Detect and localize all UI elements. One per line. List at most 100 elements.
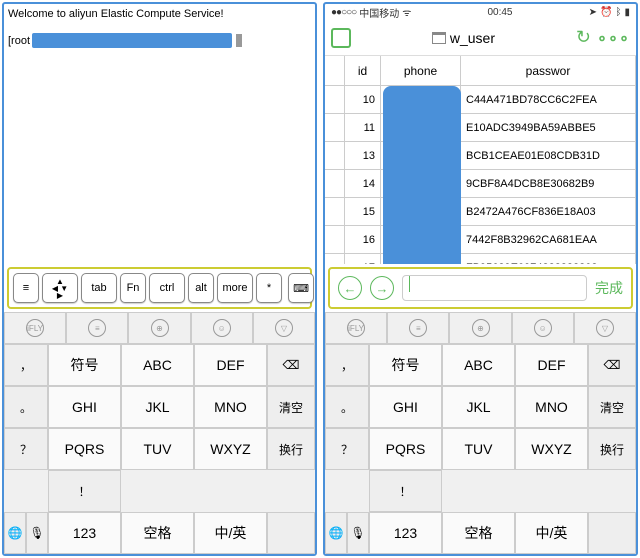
key-period[interactable]: 。 bbox=[4, 386, 48, 428]
next-button[interactable]: → bbox=[370, 276, 394, 300]
key-comma[interactable]: ， bbox=[325, 344, 369, 386]
censored-block bbox=[32, 33, 232, 48]
key-symbols[interactable]: 符号 bbox=[48, 344, 121, 386]
key-newline[interactable]: 换行 bbox=[267, 428, 315, 470]
hide-keyboard-key[interactable]: ⌨ bbox=[288, 273, 314, 303]
refresh-button[interactable]: ↻ bbox=[576, 27, 591, 48]
tab-key[interactable]: tab bbox=[81, 273, 117, 303]
col-id[interactable]: id bbox=[345, 56, 381, 85]
key-question[interactable]: ？ bbox=[4, 428, 48, 470]
key-symbols[interactable]: 符号 bbox=[369, 344, 442, 386]
emoji-icon[interactable]: ☺ bbox=[191, 312, 253, 344]
key-mno[interactable]: MNO bbox=[194, 386, 267, 428]
table-row[interactable]: 14 9CBF8A4DCB8E30682B9 bbox=[325, 170, 636, 198]
more-button[interactable]: ∘∘∘ bbox=[597, 28, 630, 48]
key-space[interactable]: 空格 bbox=[121, 512, 194, 554]
more-key[interactable]: more bbox=[217, 273, 253, 303]
key-abc[interactable]: ABC bbox=[442, 344, 515, 386]
key-123[interactable]: 123 bbox=[369, 512, 442, 554]
key-ghi[interactable]: GHI bbox=[369, 386, 442, 428]
table-row[interactable]: 17 FB95629E0974828282808 bbox=[325, 254, 636, 264]
cell-id[interactable]: 10 bbox=[345, 86, 381, 113]
key-exclaim[interactable]: ！ bbox=[48, 470, 121, 512]
key-tuv[interactable]: TUV bbox=[442, 428, 515, 470]
fn-key[interactable]: Fn bbox=[120, 273, 146, 303]
table-row[interactable]: 10 C44A471BD78CC6C2FEA bbox=[325, 86, 636, 114]
key-def[interactable]: DEF bbox=[194, 344, 267, 386]
key-exclaim[interactable]: ！ bbox=[369, 470, 442, 512]
menu-key[interactable]: ≡ bbox=[13, 273, 39, 303]
cell-id[interactable]: 17 bbox=[345, 254, 381, 264]
cell-password[interactable]: B2472A476CF836E18A03 bbox=[461, 198, 636, 225]
key-space[interactable]: 空格 bbox=[442, 512, 515, 554]
key-lang[interactable]: 中/英 bbox=[515, 512, 588, 554]
cell-password[interactable]: 9CBF8A4DCB8E30682B9 bbox=[461, 170, 636, 197]
key-question[interactable]: ？ bbox=[325, 428, 369, 470]
key-mic[interactable]: 🎙 bbox=[347, 512, 369, 554]
cell-password[interactable]: 7442F8B32962CA681EAA bbox=[461, 226, 636, 253]
key-ghi[interactable]: GHI bbox=[48, 386, 121, 428]
table-row[interactable]: 16 7442F8B32962CA681EAA bbox=[325, 226, 636, 254]
key-mno[interactable]: MNO bbox=[515, 386, 588, 428]
key-blank[interactable] bbox=[588, 512, 636, 554]
cell-id[interactable]: 16 bbox=[345, 226, 381, 253]
key-period[interactable]: 。 bbox=[325, 386, 369, 428]
key-def[interactable]: DEF bbox=[515, 344, 588, 386]
alt-key[interactable]: alt bbox=[188, 273, 214, 303]
cell-id[interactable]: 14 bbox=[345, 170, 381, 197]
terminal-area[interactable]: Welcome to aliyun Elastic Compute Servic… bbox=[4, 4, 315, 264]
col-phone[interactable]: phone bbox=[381, 56, 461, 85]
prev-button[interactable]: ← bbox=[338, 276, 362, 300]
col-password[interactable]: passwor bbox=[461, 56, 636, 85]
equal-icon[interactable]: ≡ bbox=[387, 312, 449, 344]
done-button[interactable]: 完成 bbox=[595, 278, 623, 298]
phone-censor-block bbox=[383, 86, 461, 264]
table-row[interactable]: 11 E10ADC3949BA59ABBE5 bbox=[325, 114, 636, 142]
edit-input[interactable] bbox=[402, 275, 587, 301]
equal-icon[interactable]: ≡ bbox=[66, 312, 128, 344]
cell-id[interactable]: 13 bbox=[345, 142, 381, 169]
key-globe[interactable]: 🌐 bbox=[4, 512, 26, 554]
key-123[interactable]: 123 bbox=[48, 512, 121, 554]
table-row[interactable]: 13 BCB1CEAE01E08CDB31D bbox=[325, 142, 636, 170]
key-pqrs[interactable]: PQRS bbox=[48, 428, 121, 470]
key-mic[interactable]: 🎙 bbox=[26, 512, 48, 554]
table-icon bbox=[432, 32, 446, 44]
key-abc[interactable]: ABC bbox=[121, 344, 194, 386]
key-tuv[interactable]: TUV bbox=[121, 428, 194, 470]
emoji-icon[interactable]: ☺ bbox=[512, 312, 574, 344]
table-title[interactable]: w_user bbox=[432, 30, 495, 46]
key-wxyz[interactable]: WXYZ bbox=[194, 428, 267, 470]
key-blank[interactable] bbox=[267, 512, 315, 554]
split-icon[interactable]: ⊕ bbox=[449, 312, 511, 344]
cell-password[interactable]: C44A471BD78CC6C2FEA bbox=[461, 86, 636, 113]
ifly-icon[interactable]: iFLY bbox=[325, 312, 387, 344]
key-globe[interactable]: 🌐 bbox=[325, 512, 347, 554]
ifly-icon[interactable]: iFLY bbox=[4, 312, 66, 344]
key-clear[interactable]: 清空 bbox=[588, 386, 636, 428]
ctrl-key[interactable]: ctrl bbox=[149, 273, 185, 303]
cell-password[interactable]: E10ADC3949BA59ABBE5 bbox=[461, 114, 636, 141]
data-grid[interactable]: id phone passwor 10C44A471BD78CC6C2FEA11… bbox=[325, 56, 636, 264]
down-icon[interactable]: ▽ bbox=[574, 312, 636, 344]
key-comma[interactable]: ， bbox=[4, 344, 48, 386]
key-newline[interactable]: 换行 bbox=[588, 428, 636, 470]
star-key[interactable]: * bbox=[256, 273, 282, 303]
cell-id[interactable]: 15 bbox=[345, 198, 381, 225]
key-pqrs[interactable]: PQRS bbox=[369, 428, 442, 470]
key-clear[interactable]: 清空 bbox=[267, 386, 315, 428]
cell-password[interactable]: BCB1CEAE01E08CDB31D bbox=[461, 142, 636, 169]
table-row[interactable]: 15 B2472A476CF836E18A03 bbox=[325, 198, 636, 226]
key-jkl[interactable]: JKL bbox=[442, 386, 515, 428]
key-wxyz[interactable]: WXYZ bbox=[515, 428, 588, 470]
key-jkl[interactable]: JKL bbox=[121, 386, 194, 428]
key-backspace[interactable]: ⌫ bbox=[267, 344, 315, 386]
cell-id[interactable]: 11 bbox=[345, 114, 381, 141]
down-icon[interactable]: ▽ bbox=[253, 312, 315, 344]
cell-password[interactable]: FB95629E0974828282808 bbox=[461, 254, 636, 264]
arrow-keys[interactable]: ▲◀ ▼ ▶ bbox=[42, 273, 78, 303]
key-backspace[interactable]: ⌫ bbox=[588, 344, 636, 386]
key-lang[interactable]: 中/英 bbox=[194, 512, 267, 554]
menu-button[interactable] bbox=[331, 28, 351, 48]
split-icon[interactable]: ⊕ bbox=[128, 312, 190, 344]
